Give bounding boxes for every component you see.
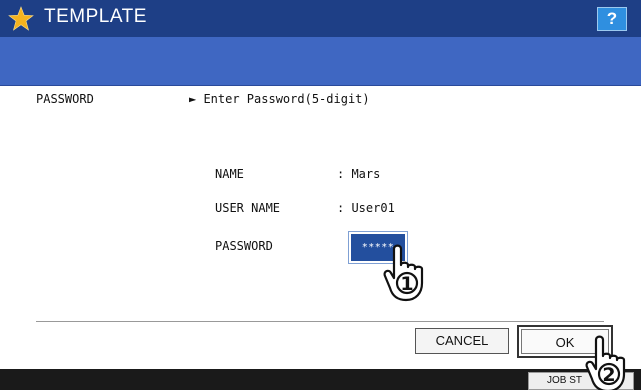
step-1-badge: 1 xyxy=(400,273,413,295)
window-title: TEMPLATE xyxy=(44,6,147,27)
step-2-badge: 2 xyxy=(602,364,615,386)
header-band xyxy=(0,37,641,86)
password-label: PASSWORD xyxy=(215,239,273,253)
name-value: : Mars xyxy=(337,167,381,181)
help-button[interactable]: ? xyxy=(597,7,627,31)
template-password-screen: TEMPLATE ? PASSWORD ► Enter Password(5-d… xyxy=(0,0,641,390)
title-bar: TEMPLATE ? xyxy=(0,0,641,37)
name-label: NAME xyxy=(215,167,244,181)
star-icon xyxy=(8,6,34,31)
user-name-label: USER NAME xyxy=(215,201,281,215)
password-field-label: PASSWORD xyxy=(36,92,94,106)
pointing-hand-icon: 2 xyxy=(585,335,626,390)
password-instruction: ► Enter Password(5-digit) xyxy=(189,92,370,106)
user-name-value: : User01 xyxy=(337,201,395,215)
cancel-button[interactable]: CANCEL xyxy=(415,328,509,354)
divider-line xyxy=(36,321,604,322)
pointing-hand-icon: 1 xyxy=(383,244,424,302)
